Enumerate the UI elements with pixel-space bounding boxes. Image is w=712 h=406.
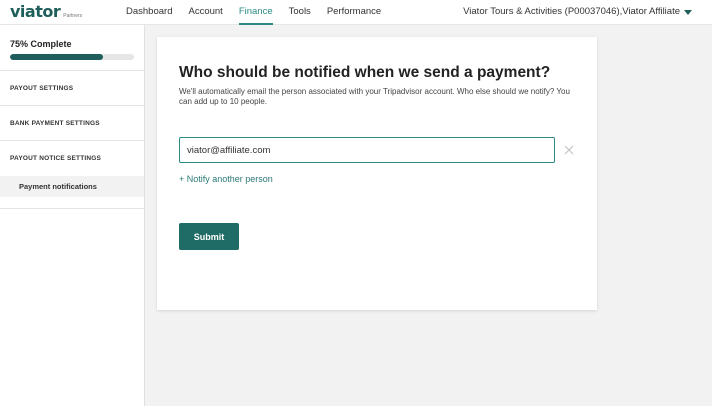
close-icon[interactable] [562, 143, 576, 157]
page-title: Who should be notified when we send a pa… [179, 64, 551, 81]
sidebar-item-bank-payment-settings[interactable]: BANK PAYMENT SETTINGS [0, 106, 144, 141]
progress-fill [10, 54, 103, 60]
sidebar-subitem-payment-notifications[interactable]: Payment notifications [0, 176, 144, 197]
main-nav: Dashboard Account Finance Tools Performa… [126, 0, 397, 25]
logo-wordmark: viator [10, 2, 61, 21]
sidebar-item-payout-notice-settings[interactable]: PAYOUT NOTICE SETTINGS [0, 141, 144, 176]
sidebar-group-payout-notice: PAYOUT NOTICE SETTINGS Payment notificat… [0, 141, 144, 209]
nav-tab-dashboard[interactable]: Dashboard [126, 0, 172, 25]
account-switcher[interactable]: Viator Tours & Activities (P00037046),Vi… [463, 0, 692, 24]
notification-settings-card: Who should be notified when we send a pa… [157, 37, 597, 310]
progress-track [10, 54, 134, 60]
viator-logo[interactable]: viator Partners [10, 2, 82, 21]
progress-label: 75% Complete [10, 39, 72, 49]
notify-another-person-link[interactable]: + Notify another person [179, 174, 273, 184]
notification-email-input[interactable] [179, 137, 555, 163]
caret-down-icon [684, 9, 692, 15]
logo-subtitle: Partners [63, 13, 83, 19]
submit-button[interactable]: Submit [179, 223, 239, 250]
settings-sidebar: 75% Complete PAYOUT SETTINGS BANK PAYMEN… [0, 25, 145, 406]
nav-tab-performance[interactable]: Performance [327, 0, 381, 25]
nav-tab-tools[interactable]: Tools [289, 0, 311, 25]
nav-tab-finance[interactable]: Finance [238, 0, 273, 25]
sidebar-item-payout-settings[interactable]: PAYOUT SETTINGS [0, 71, 144, 106]
page-description: We'll automatically email the person ass… [179, 87, 570, 106]
nav-tab-account[interactable]: Account [188, 0, 222, 25]
account-name: Viator Tours & Activities (P00037046),Vi… [463, 6, 680, 17]
top-navigation-bar: viator Partners Dashboard Account Financ… [0, 0, 712, 25]
completion-progress: 75% Complete [0, 25, 144, 71]
